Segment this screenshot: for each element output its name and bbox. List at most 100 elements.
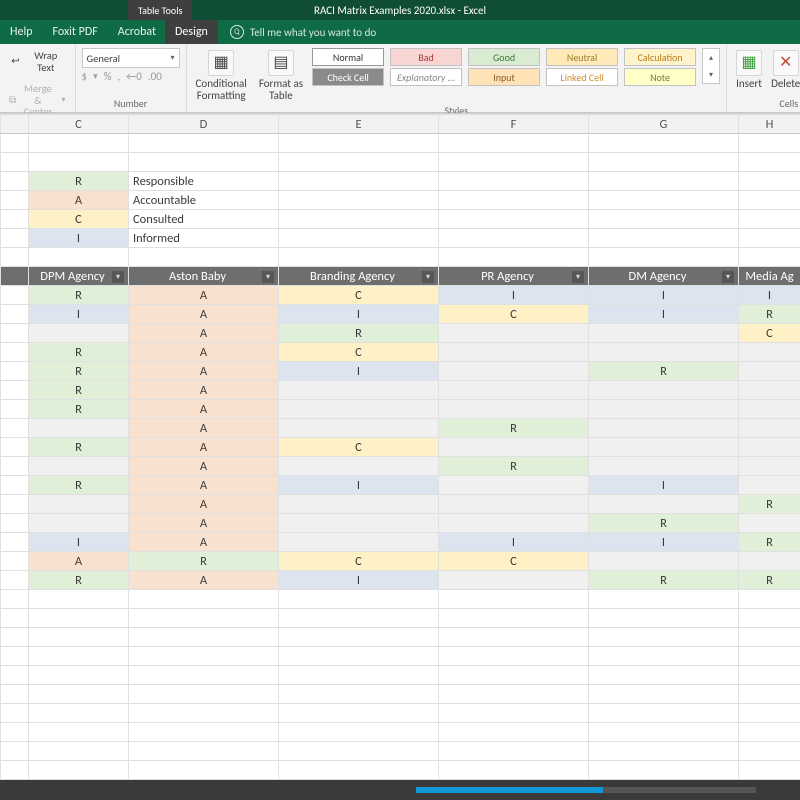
cell[interactable] (739, 229, 800, 248)
cell[interactable] (1, 248, 29, 267)
cell[interactable]: A (129, 343, 279, 362)
cell[interactable] (739, 666, 800, 685)
cell[interactable] (279, 704, 439, 723)
cell[interactable] (1, 723, 29, 742)
cell[interactable] (439, 495, 589, 514)
cell[interactable] (29, 666, 129, 685)
cell[interactable]: I (589, 533, 739, 552)
cell[interactable] (29, 134, 129, 153)
cell[interactable] (29, 704, 129, 723)
number-format-select[interactable]: General ▾ (82, 48, 180, 68)
cell[interactable]: R (29, 286, 129, 305)
cell[interactable] (29, 153, 129, 172)
insert-cells-button[interactable]: ▦ Insert (733, 48, 765, 92)
cell[interactable] (589, 457, 739, 476)
cell[interactable] (1, 590, 29, 609)
cell[interactable] (439, 172, 589, 191)
cell[interactable] (1, 419, 29, 438)
cell[interactable] (1, 514, 29, 533)
cell[interactable] (29, 761, 129, 780)
cell[interactable] (1, 172, 29, 191)
cell[interactable] (1, 362, 29, 381)
table-column-header[interactable]: Aston Baby▾ (129, 267, 279, 286)
cell[interactable] (439, 723, 589, 742)
cell[interactable]: R (29, 571, 129, 590)
increase-decimal-button[interactable]: ←0 (126, 70, 142, 83)
cell[interactable] (439, 476, 589, 495)
format-as-table-button[interactable]: ▤ Format as Table (256, 48, 306, 104)
conditional-formatting-button[interactable]: ▦ Conditional Formatting (193, 48, 250, 104)
cell[interactable] (739, 362, 800, 381)
cell[interactable]: R (129, 552, 279, 571)
cell[interactable] (279, 248, 439, 267)
cell[interactable]: I (589, 476, 739, 495)
cell[interactable]: R (589, 571, 739, 590)
wrap-text-button[interactable]: ↩ Wrap Text (6, 48, 69, 75)
cell[interactable]: R (29, 476, 129, 495)
cell[interactable] (279, 609, 439, 628)
cell[interactable] (439, 609, 589, 628)
cell[interactable]: A (129, 533, 279, 552)
cell[interactable] (279, 229, 439, 248)
cell[interactable]: R (439, 419, 589, 438)
column-header[interactable]: F (439, 115, 589, 134)
cell-style-good[interactable]: Good (468, 48, 540, 66)
zoom-slider[interactable] (416, 787, 756, 793)
cell[interactable] (439, 704, 589, 723)
cell[interactable]: I (279, 305, 439, 324)
cell[interactable] (739, 191, 800, 210)
cell[interactable] (29, 495, 129, 514)
cell[interactable] (589, 666, 739, 685)
column-header[interactable]: G (589, 115, 739, 134)
cell[interactable] (589, 609, 739, 628)
tab-foxit-pdf[interactable]: Foxit PDF (43, 20, 108, 44)
cell[interactable] (29, 419, 129, 438)
cell[interactable] (739, 210, 800, 229)
legend-key[interactable]: C (29, 210, 129, 229)
cell[interactable] (1, 533, 29, 552)
table-column-header[interactable]: DPM Agency▾ (29, 267, 129, 286)
cell-style-neutral[interactable]: Neutral (546, 48, 618, 66)
cell[interactable]: R (739, 305, 800, 324)
table-column-header[interactable]: PR Agency▾ (439, 267, 589, 286)
cell[interactable] (589, 248, 739, 267)
cell[interactable] (589, 153, 739, 172)
cell[interactable] (589, 685, 739, 704)
column-header[interactable] (1, 115, 29, 134)
cell[interactable] (439, 666, 589, 685)
legend-key[interactable]: I (29, 229, 129, 248)
tab-design[interactable]: Design (165, 20, 218, 44)
legend-label[interactable]: Responsible (129, 172, 279, 191)
cell-style-note[interactable]: Note (624, 68, 696, 86)
cell[interactable] (739, 172, 800, 191)
cell[interactable] (739, 761, 800, 780)
cell[interactable] (589, 210, 739, 229)
cell[interactable] (589, 647, 739, 666)
cell[interactable] (439, 362, 589, 381)
percent-format-button[interactable]: % (104, 70, 112, 83)
cell[interactable] (1, 495, 29, 514)
cell[interactable] (129, 685, 279, 704)
filter-dropdown-icon[interactable]: ▾ (112, 271, 124, 283)
cell[interactable] (29, 609, 129, 628)
cell[interactable] (589, 419, 739, 438)
cell[interactable]: A (129, 381, 279, 400)
cell[interactable]: C (279, 286, 439, 305)
cell[interactable] (439, 191, 589, 210)
cell-style-bad[interactable]: Bad (390, 48, 462, 66)
table-column-header[interactable]: DM Agency▾ (589, 267, 739, 286)
cell[interactable] (279, 191, 439, 210)
cell[interactable] (1, 609, 29, 628)
cell[interactable]: I (439, 286, 589, 305)
cell[interactable]: R (29, 381, 129, 400)
cell[interactable]: A (129, 324, 279, 343)
table-column-header[interactable]: Media Ag (739, 267, 800, 286)
cell[interactable]: I (29, 305, 129, 324)
cell[interactable]: A (129, 286, 279, 305)
cell[interactable]: C (739, 324, 800, 343)
cell[interactable] (589, 172, 739, 191)
cell[interactable] (439, 343, 589, 362)
cell[interactable] (1, 343, 29, 362)
cell[interactable]: A (129, 457, 279, 476)
cell[interactable] (279, 381, 439, 400)
